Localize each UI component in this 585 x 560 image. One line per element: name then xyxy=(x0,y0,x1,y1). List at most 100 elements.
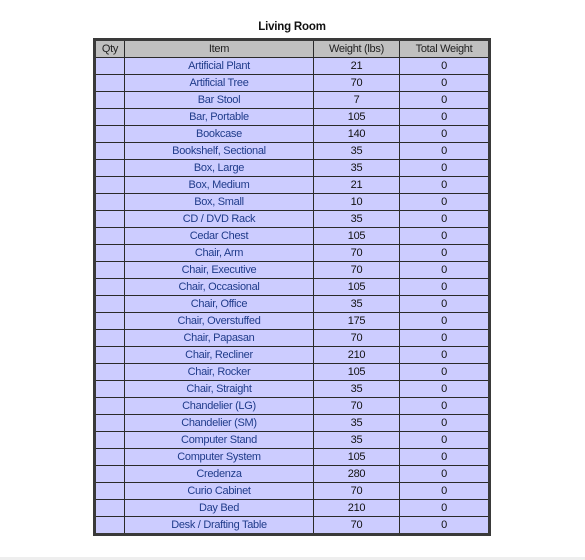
weight-cell: 35 xyxy=(313,431,400,449)
qty-cell[interactable] xyxy=(94,278,125,296)
qty-cell[interactable] xyxy=(94,295,125,313)
total-weight-cell: 0 xyxy=(399,261,490,279)
qty-cell[interactable] xyxy=(94,329,125,347)
table-row: Chair, Office 35 0 xyxy=(94,295,490,313)
qty-cell[interactable] xyxy=(94,431,125,449)
qty-cell[interactable] xyxy=(94,516,125,535)
qty-cell[interactable] xyxy=(94,210,125,228)
column-header-item: Item xyxy=(124,39,314,58)
total-weight-cell: 0 xyxy=(399,193,490,211)
weight-cell: 7 xyxy=(313,91,400,109)
qty-cell[interactable] xyxy=(94,482,125,500)
weight-cell: 35 xyxy=(313,142,400,160)
total-weight-cell: 0 xyxy=(399,465,490,483)
weight-cell: 105 xyxy=(313,448,400,466)
table-row: Computer Stand 35 0 xyxy=(94,431,490,449)
table-row: Bar Stool 7 0 xyxy=(94,91,490,109)
item-cell: Cedar Chest xyxy=(124,227,314,245)
column-header-qty: Qty xyxy=(94,39,125,58)
qty-cell[interactable] xyxy=(94,142,125,160)
total-weight-cell: 0 xyxy=(399,295,490,313)
table-row: Artificial Plant 21 0 xyxy=(94,57,490,75)
qty-cell[interactable] xyxy=(94,363,125,381)
qty-cell[interactable] xyxy=(94,159,125,177)
table-row: Box, Large 35 0 xyxy=(94,159,490,177)
item-cell: Chair, Rocker xyxy=(124,363,314,381)
item-cell: Day Bed xyxy=(124,499,314,517)
qty-cell[interactable] xyxy=(94,74,125,92)
total-weight-cell: 0 xyxy=(399,397,490,415)
total-weight-cell: 0 xyxy=(399,159,490,177)
qty-cell[interactable] xyxy=(94,261,125,279)
total-weight-cell: 0 xyxy=(399,482,490,500)
item-cell: Bookcase xyxy=(124,125,314,143)
table-row: Cedar Chest 105 0 xyxy=(94,227,490,245)
table-row: Box, Small 10 0 xyxy=(94,193,490,211)
weight-cell: 70 xyxy=(313,244,400,262)
weight-cell: 35 xyxy=(313,159,400,177)
weight-cell: 210 xyxy=(313,499,400,517)
qty-cell[interactable] xyxy=(94,499,125,517)
total-weight-cell: 0 xyxy=(399,108,490,126)
total-weight-cell: 0 xyxy=(399,380,490,398)
weight-cell: 70 xyxy=(313,261,400,279)
weight-cell: 70 xyxy=(313,74,400,92)
qty-cell[interactable] xyxy=(94,244,125,262)
total-weight-cell: 0 xyxy=(399,346,490,364)
weight-cell: 280 xyxy=(313,465,400,483)
qty-cell[interactable] xyxy=(94,465,125,483)
table-row: Bookcase 140 0 xyxy=(94,125,490,143)
table-row: Chandelier (SM) 35 0 xyxy=(94,414,490,432)
table-row: Artificial Tree 70 0 xyxy=(94,74,490,92)
weight-cell: 105 xyxy=(313,227,400,245)
table-row: CD / DVD Rack 35 0 xyxy=(94,210,490,228)
qty-cell[interactable] xyxy=(94,108,125,126)
total-weight-cell: 0 xyxy=(399,176,490,194)
item-cell: Artificial Plant xyxy=(124,57,314,75)
weight-cell: 105 xyxy=(313,108,400,126)
table-row: Chandelier (LG) 70 0 xyxy=(94,397,490,415)
qty-cell[interactable] xyxy=(94,448,125,466)
total-weight-cell: 0 xyxy=(399,57,490,75)
table-row: Chair, Overstuffed 175 0 xyxy=(94,312,490,330)
qty-cell[interactable] xyxy=(94,380,125,398)
total-weight-cell: 0 xyxy=(399,142,490,160)
total-weight-cell: 0 xyxy=(399,227,490,245)
table-row: Box, Medium 21 0 xyxy=(94,176,490,194)
table-row: Credenza 280 0 xyxy=(94,465,490,483)
item-cell: Computer Stand xyxy=(124,431,314,449)
table-row: Chair, Executive 70 0 xyxy=(94,261,490,279)
total-weight-cell: 0 xyxy=(399,516,490,535)
qty-cell[interactable] xyxy=(94,397,125,415)
item-cell: Computer System xyxy=(124,448,314,466)
qty-cell[interactable] xyxy=(94,193,125,211)
weight-cell: 35 xyxy=(313,295,400,313)
table-row: Chair, Occasional 105 0 xyxy=(94,278,490,296)
item-cell: Chair, Overstuffed xyxy=(124,312,314,330)
qty-cell[interactable] xyxy=(94,57,125,75)
item-cell: Chair, Executive xyxy=(124,261,314,279)
qty-cell[interactable] xyxy=(94,414,125,432)
qty-cell[interactable] xyxy=(94,176,125,194)
qty-cell[interactable] xyxy=(94,227,125,245)
item-cell: Bookshelf, Sectional xyxy=(124,142,314,160)
qty-cell[interactable] xyxy=(94,91,125,109)
qty-cell[interactable] xyxy=(94,125,125,143)
total-weight-cell: 0 xyxy=(399,91,490,109)
total-weight-cell: 0 xyxy=(399,363,490,381)
weight-cell: 10 xyxy=(313,193,400,211)
weight-cell: 35 xyxy=(313,414,400,432)
weight-cell: 70 xyxy=(313,397,400,415)
total-weight-cell: 0 xyxy=(399,125,490,143)
weight-cell: 105 xyxy=(313,363,400,381)
total-weight-cell: 0 xyxy=(399,329,490,347)
item-cell: Credenza xyxy=(124,465,314,483)
weight-cell: 70 xyxy=(313,516,400,535)
item-cell: Box, Small xyxy=(124,193,314,211)
weight-cell: 70 xyxy=(313,329,400,347)
total-weight-cell: 0 xyxy=(399,244,490,262)
table-row: Desk / Drafting Table 70 0 xyxy=(94,516,490,535)
table-row: Bar, Portable 105 0 xyxy=(94,108,490,126)
qty-cell[interactable] xyxy=(94,346,125,364)
qty-cell[interactable] xyxy=(94,312,125,330)
